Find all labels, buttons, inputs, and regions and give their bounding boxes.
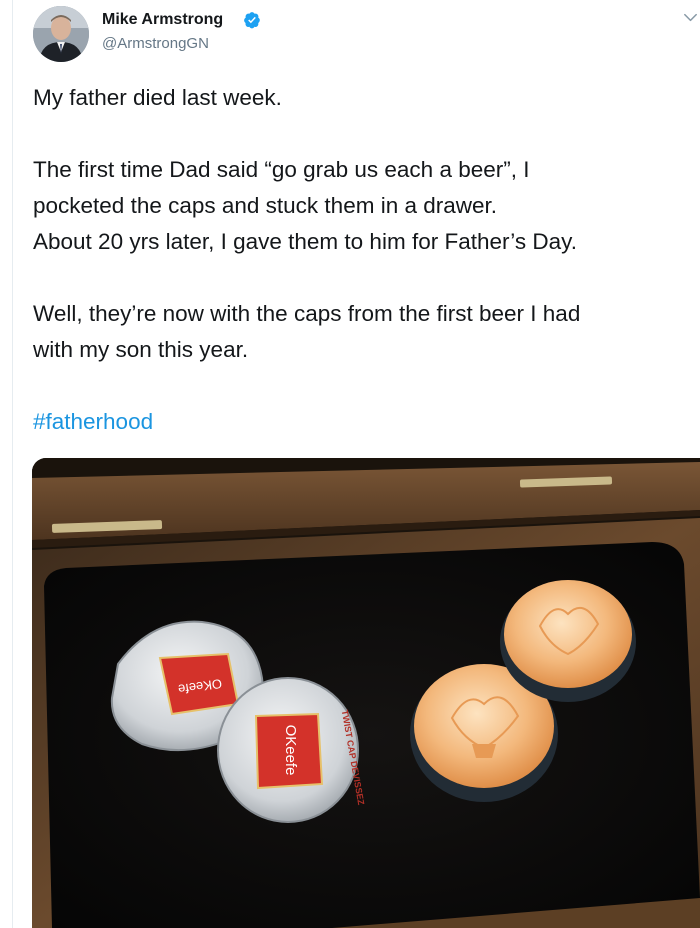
avatar-photo-icon: [33, 6, 89, 62]
chevron-down-icon[interactable]: [681, 8, 700, 27]
tweet-line: pocketed the caps and stuck them in a dr…: [33, 193, 498, 218]
tweet-line: My father died last week.: [33, 85, 282, 110]
bottle-cap-orange-2: [500, 580, 636, 702]
tweet-text: My father died last week. The first time…: [33, 80, 700, 440]
photo-bottle-caps-in-wooden-box: OKeefe OKeefe TWIST CAP DEVISSEZ: [32, 458, 700, 928]
avatar[interactable]: [33, 6, 89, 62]
tweet-card: Mike Armstrong @ArmstrongGN My father di…: [0, 0, 700, 928]
author-handle[interactable]: @ArmstrongGN: [102, 35, 209, 52]
tweet-line: Well, they’re now with the caps from the…: [33, 301, 581, 326]
tweet-line: About 20 yrs later, I gave them to him f…: [33, 229, 577, 254]
verified-badge-icon: [244, 12, 260, 29]
svg-text:OKeefe: OKeefe: [282, 725, 299, 776]
timeline-divider: [12, 0, 13, 928]
author-display-name[interactable]: Mike Armstrong: [102, 11, 223, 29]
tweet-line: with my son this year.: [33, 337, 249, 362]
tweet-photo[interactable]: OKeefe OKeefe TWIST CAP DEVISSEZ: [32, 458, 700, 928]
tweet-line: The first time Dad said “go grab us each…: [33, 157, 530, 182]
hashtag-link[interactable]: #fatherhood: [33, 404, 700, 440]
